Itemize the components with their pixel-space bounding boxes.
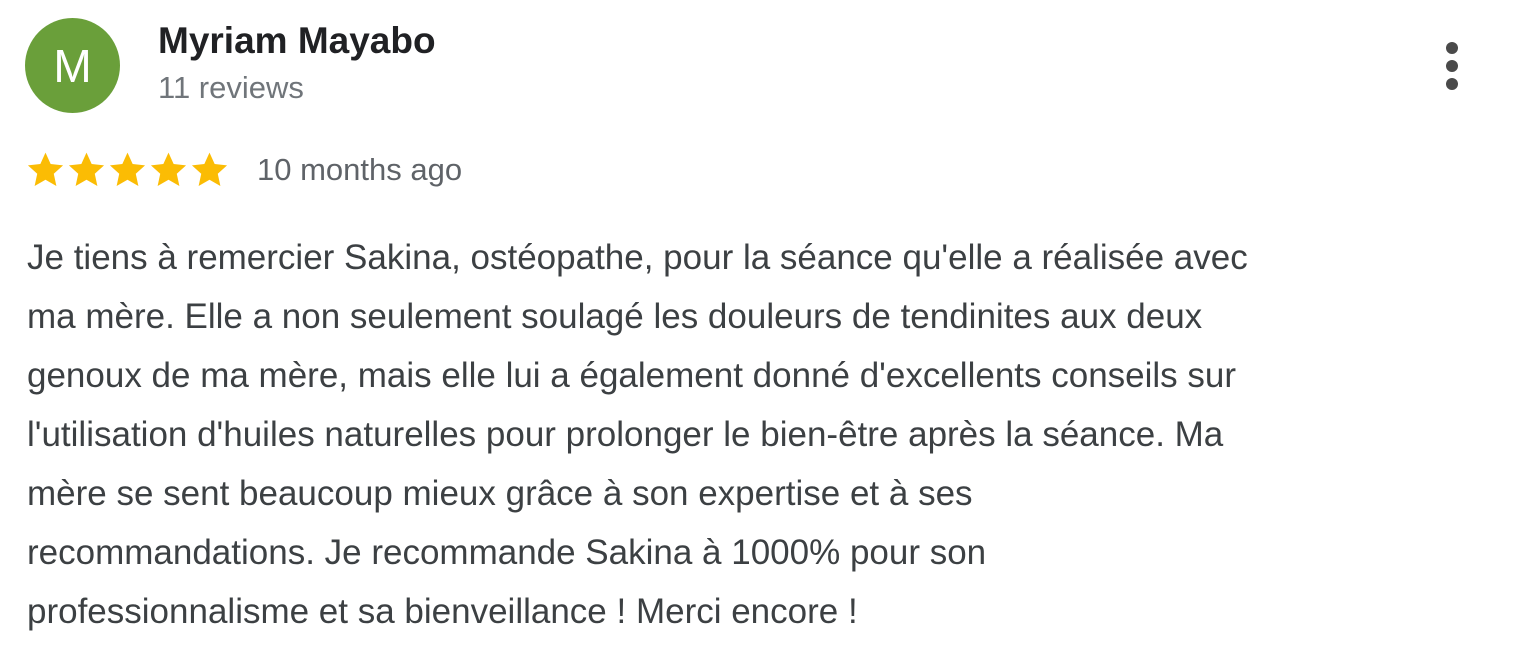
more-vert-icon-dot: [1446, 78, 1458, 90]
star-icon: [68, 152, 105, 186]
more-vert-icon-dot: [1446, 42, 1458, 54]
review-text: Je tiens à remercier Sakina, ostéopathe,…: [27, 228, 1497, 641]
review-text-line: l'utilisation d'huiles naturelles pour p…: [27, 415, 1224, 454]
star-icon: [150, 152, 187, 186]
review-text-line: Je tiens à remercier Sakina, ostéopathe,…: [27, 238, 1248, 277]
review-card: M Myriam Mayabo 11 reviews 10 months ago…: [0, 0, 1520, 655]
avatar[interactable]: M: [25, 18, 120, 113]
author-name[interactable]: Myriam Mayabo: [158, 20, 436, 62]
star-rating: [25, 150, 230, 190]
review-text-line: genoux de ma mère, mais elle lui a égale…: [27, 356, 1237, 395]
review-text-line: recommandations. Je recommande Sakina à …: [27, 533, 987, 572]
avatar-initial: M: [53, 39, 92, 92]
review-count: 11 reviews: [158, 70, 304, 105]
review-text-line: mère se sent beaucoup mieux grâce à son …: [27, 474, 973, 513]
more-options-button[interactable]: [1428, 36, 1476, 96]
review-date: 10 months ago: [257, 152, 463, 187]
review-text-line: ma mère. Elle a non seulement soulagé le…: [27, 297, 1203, 336]
more-vert-icon-dot: [1446, 60, 1458, 72]
rating-row: 10 months ago: [25, 148, 462, 192]
star-icon: [191, 152, 228, 186]
star-icon: [27, 152, 64, 186]
star-icon: [109, 152, 146, 186]
review-text-line: professionnalisme et sa bienveillance ! …: [27, 592, 858, 631]
